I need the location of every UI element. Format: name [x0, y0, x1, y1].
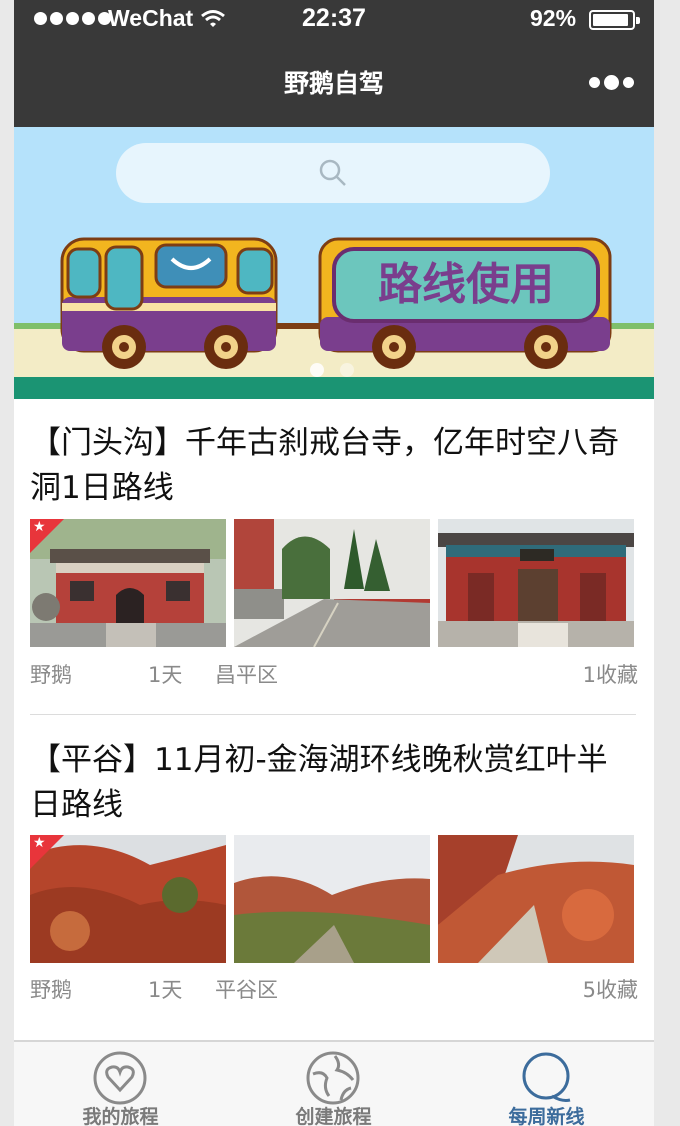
search-icon — [319, 159, 346, 186]
route-photo[interactable]: ★ — [30, 835, 226, 963]
tab-label: 创建旅程 — [295, 1106, 372, 1126]
tab-label: 我的旅程 — [82, 1106, 159, 1126]
star-icon: ★ — [33, 519, 46, 535]
tab-label: 每周新线 — [508, 1106, 585, 1126]
route-meta: 野鹅 1天 昌平区 1收藏 — [30, 659, 638, 689]
route-meta: 野鹅 1天 平谷区 5收藏 — [30, 974, 638, 1004]
magnify-q-icon — [522, 1052, 571, 1102]
route-district: 平谷区 — [215, 978, 278, 1002]
tab-weekly-routes[interactable]: 每周新线 — [440, 1042, 653, 1126]
carousel-dot[interactable] — [310, 363, 324, 377]
more-dots-icon[interactable] — [589, 75, 634, 90]
route-favorites: 1收藏 — [582, 663, 638, 687]
route-district: 昌平区 — [215, 663, 278, 687]
route-photo[interactable] — [438, 519, 634, 647]
route-card[interactable]: 【门头沟】千年古刹戒台寺，亿年时空八奇洞1日路线 ★ 野鹅 1天 昌平区 1收藏 — [30, 421, 638, 687]
route-title[interactable]: 【门头沟】千年古刹戒台寺，亿年时空八奇洞1日路线 — [30, 421, 636, 511]
tab-create-trip[interactable]: 创建旅程 — [227, 1042, 440, 1126]
route-photos: ★ — [30, 519, 634, 647]
route-duration: 1天 — [148, 978, 183, 1002]
page-title: 野鹅自驾 — [283, 69, 384, 98]
carousel-indicator — [310, 363, 354, 377]
route-author: 野鹅 — [30, 663, 72, 687]
route-card[interactable]: 【平谷】11月初-金海湖环线晚秋赏红叶半日路线 ★ 野鹅 1天 平谷区 5收藏 — [30, 738, 638, 1002]
banner-sign-text: 路线使用 — [378, 259, 554, 310]
route-title[interactable]: 【平谷】11月初-金海湖环线晚秋赏红叶半日路线 — [30, 738, 636, 828]
search-bar[interactable] — [116, 143, 550, 203]
heart-circle-icon — [93, 1051, 147, 1105]
status-bar: WeChat 22:37 92% — [14, 0, 654, 40]
carousel-dot[interactable] — [340, 363, 354, 377]
battery-percent: 92% — [530, 5, 577, 31]
route-photo[interactable] — [438, 835, 634, 963]
top-bar: WeChat 22:37 92% 野鹅自驾 — [14, 0, 654, 127]
star-icon: ★ — [33, 835, 46, 851]
globe-icon — [306, 1051, 360, 1105]
route-duration: 1天 — [148, 663, 183, 687]
battery-icon — [589, 10, 640, 30]
route-favorites: 5收藏 — [582, 978, 638, 1002]
divider — [30, 714, 636, 715]
route-photo[interactable] — [234, 835, 430, 963]
phone-screen: WeChat 22:37 92% 野鹅自驾 路线使用 【门头沟】千年古刹戒台寺，… — [14, 0, 654, 1126]
route-photos: ★ — [30, 835, 634, 963]
banner-carousel[interactable]: 路线使用 — [14, 127, 654, 399]
route-photo[interactable] — [234, 519, 430, 647]
tab-bar: 我的旅程 创建旅程 每周新线 — [14, 1040, 654, 1126]
tab-my-trips[interactable]: 我的旅程 — [14, 1042, 227, 1126]
route-author: 野鹅 — [30, 978, 72, 1002]
route-photo[interactable]: ★ — [30, 519, 226, 647]
